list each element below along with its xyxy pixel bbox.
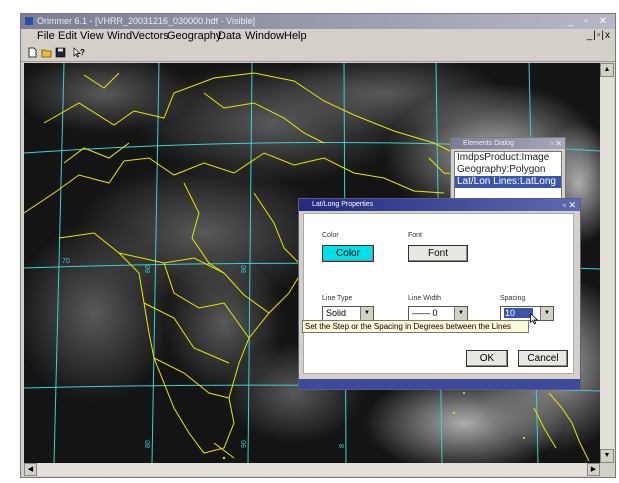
grid-label: 90: [241, 440, 248, 448]
save-icon[interactable]: [55, 47, 66, 58]
mouse-cursor-icon: [530, 313, 539, 325]
line-width-value: —— 0: [412, 308, 438, 318]
spacing-tooltip: Set the Step or the Spacing in Degrees b…: [302, 320, 529, 333]
grid-label: 8: [339, 444, 346, 448]
menu-view[interactable]: View: [78, 30, 106, 42]
list-item[interactable]: Geography:Polygon: [455, 164, 561, 176]
dialog-bottom-border: [299, 379, 580, 389]
toolbar: ?: [21, 45, 615, 62]
menu-windvectors[interactable]: WindVectors: [105, 30, 171, 42]
mdi-controls[interactable]: _|▫|x: [587, 30, 611, 41]
horizontal-scrollbar[interactable]: ◀ ▶: [24, 463, 600, 476]
elements-list[interactable]: ImdpsProduct:Image Geography:Polygon Lat…: [454, 151, 562, 203]
color-button[interactable]: Color: [322, 245, 374, 262]
cancel-button[interactable]: Cancel: [518, 350, 568, 367]
spacing-value: 10: [504, 308, 534, 318]
spacing-select[interactable]: 10 ▼: [500, 306, 554, 321]
latlong-dialog-title: Lat/Long Properties: [312, 201, 374, 208]
grid-label: 80: [145, 265, 152, 273]
scroll-down-arrow[interactable]: ▼: [600, 449, 614, 463]
window-titlebar[interactable]: Orimmer 6.1 - [VHRR_20031216_030000.hdf …: [21, 14, 615, 29]
chevron-down-icon[interactable]: ▼: [360, 307, 373, 320]
latlong-properties-dialog: Lat/Long Properties ▫ ✕ Color Color Font…: [298, 198, 581, 390]
list-item[interactable]: ImdpsProduct:Image: [455, 152, 561, 164]
new-file-icon[interactable]: [27, 47, 38, 58]
grid-label: 70: [62, 258, 70, 265]
scroll-up-arrow[interactable]: ▲: [600, 63, 614, 77]
open-folder-icon[interactable]: [41, 47, 52, 58]
scroll-right-arrow[interactable]: ▶: [587, 463, 600, 476]
line-type-select[interactable]: Solid ▼: [322, 306, 374, 321]
window-title: Orimmer 6.1 - [VHRR_20031216_030000.hdf …: [37, 16, 255, 26]
font-button[interactable]: Font: [408, 245, 468, 262]
elements-dialog-titlebar[interactable]: Elements Dialog ▫ ✕: [451, 138, 565, 149]
chevron-down-icon[interactable]: ▼: [540, 307, 553, 320]
elements-dialog: Elements Dialog ▫ ✕ ImdpsProduct:Image G…: [450, 137, 566, 205]
latlong-dialog-body: Color Color Font Font Line Type Solid ▼ …: [303, 213, 574, 374]
menu-geography[interactable]: Geography: [165, 30, 223, 42]
help-pointer-icon[interactable]: ?: [73, 47, 86, 58]
grid-label: 80: [145, 440, 152, 448]
menu-edit[interactable]: Edit: [56, 30, 79, 42]
latlong-dialog-controls[interactable]: ▫ ✕: [563, 199, 576, 211]
spacing-label: Spacing: [500, 295, 526, 302]
vertical-scrollbar[interactable]: ▲ ▼: [600, 63, 614, 463]
scroll-left-arrow[interactable]: ◀: [24, 463, 37, 476]
elements-dialog-title: Elements Dialog: [463, 140, 514, 147]
svg-text:?: ?: [80, 48, 85, 57]
elements-dialog-controls[interactable]: ▫ ✕: [550, 138, 562, 149]
menu-bar: File Edit View WindVectors Geography Dat…: [21, 29, 615, 45]
line-type-value: Solid: [326, 308, 347, 318]
menu-window[interactable]: Window: [243, 30, 286, 42]
line-type-label: Line Type: [322, 295, 353, 302]
color-label: Color: [322, 232, 339, 239]
grid-label: 90: [241, 265, 248, 273]
latlong-dialog-titlebar[interactable]: Lat/Long Properties ▫ ✕: [299, 199, 580, 211]
list-item-selected[interactable]: Lat/Lon Lines:LatLong: [455, 176, 561, 188]
menu-help[interactable]: Help: [282, 30, 309, 42]
menu-data[interactable]: Data: [216, 30, 243, 42]
line-width-label: Line Width: [408, 295, 442, 302]
window-controls[interactable]: _ ▫ ✕: [568, 14, 611, 29]
chevron-down-icon[interactable]: ▼: [454, 307, 467, 320]
ok-button[interactable]: OK: [466, 350, 508, 367]
app-icon: [25, 17, 33, 25]
menu-file[interactable]: File: [35, 30, 57, 42]
font-label: Font: [408, 232, 423, 239]
line-width-select[interactable]: —— 0 ▼: [408, 306, 468, 321]
